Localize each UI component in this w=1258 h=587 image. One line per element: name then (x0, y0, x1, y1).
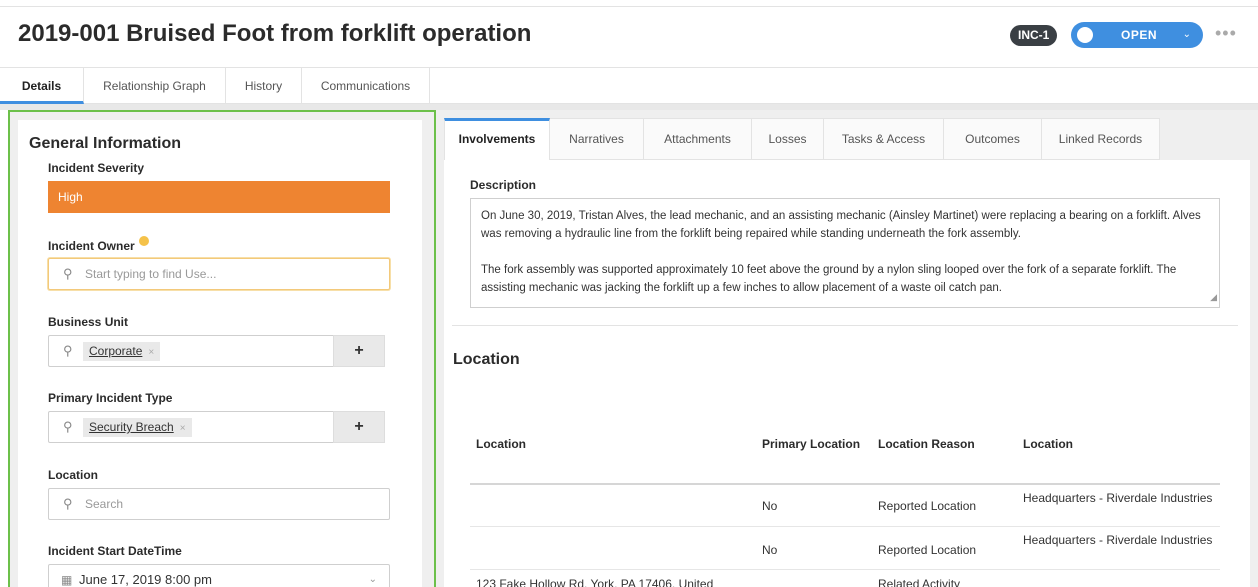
search-icon: ⚲ (63, 343, 73, 358)
tab-communications[interactable]: Communications (302, 68, 430, 104)
location-section-heading: Location (453, 351, 520, 368)
table-cell-reason: Related Activity (878, 577, 961, 587)
business-unit-label: Business Unit (48, 315, 129, 329)
search-icon: ⚲ (63, 496, 73, 511)
incident-type-chip[interactable]: Security Breach × (83, 418, 192, 437)
info-icon[interactable] (138, 236, 149, 246)
remove-chip-icon[interactable]: × (180, 423, 186, 434)
column-header-primary-location[interactable]: Primary Location (762, 437, 860, 451)
tab-details[interactable]: Details (0, 68, 84, 104)
section-divider (452, 325, 1238, 326)
status-label: OPEN (1121, 28, 1158, 42)
column-header-location[interactable]: Location (476, 437, 526, 451)
owner-label: Incident Owner (48, 239, 135, 253)
search-icon: ⚲ (63, 266, 73, 281)
page-title: 2019-001 Bruised Foot from forklift oper… (18, 20, 532, 47)
chevron-down-icon[interactable]: ⌄ (1183, 22, 1191, 48)
add-incident-type-button[interactable]: + (333, 411, 385, 443)
tab-linked-records[interactable]: Linked Records (1042, 118, 1160, 160)
location-label: Location (48, 468, 98, 482)
incident-type-input[interactable]: ⚲ Security Breach × (48, 411, 335, 443)
incident-id-badge: INC-1 (1010, 25, 1058, 46)
table-row-divider (470, 526, 1220, 527)
incident-type-label: Primary Incident Type (48, 391, 173, 405)
status-toggle[interactable]: OPEN ⌄ (1071, 22, 1203, 48)
owner-placeholder: Start typing to find Use... (85, 267, 217, 281)
search-icon: ⚲ (63, 419, 73, 434)
severity-label: Incident Severity (48, 161, 145, 175)
general-info-title: General Information (29, 135, 182, 152)
location-placeholder: Search (85, 497, 124, 511)
chevron-down-icon[interactable]: ⌄ (369, 565, 377, 587)
resize-handle-icon[interactable]: ◢ (1210, 288, 1217, 306)
severity-select[interactable]: High (48, 181, 390, 213)
table-cell-primary: No (762, 499, 778, 513)
description-textarea[interactable]: On June 30, 2019, Tristan Alves, the lea… (470, 198, 1220, 308)
tab-narratives[interactable]: Narratives (550, 118, 644, 160)
tab-attachments[interactable]: Attachments (644, 118, 752, 160)
business-unit-chip[interactable]: Corporate × (83, 342, 161, 361)
table-cell-reason: Reported Location (878, 543, 977, 557)
tab-history[interactable]: History (226, 68, 302, 104)
location-search-input[interactable]: ⚲ Search (48, 488, 390, 520)
table-cell-site[interactable]: Headquarters - Riverdale Industries (1023, 532, 1213, 548)
start-datetime-label: Incident Start DateTime (48, 544, 182, 558)
start-datetime-value: June 17, 2019 8:00 pm (79, 572, 212, 587)
business-unit-input[interactable]: ⚲ Corporate × (48, 335, 335, 367)
table-cell-reason: Reported Location (878, 499, 977, 513)
table-cell-site[interactable]: Headquarters - Riverdale Industries (1023, 490, 1213, 506)
tab-tasks-access[interactable]: Tasks & Access (824, 118, 944, 160)
description-label: Description (470, 178, 537, 192)
top-divider (0, 6, 1258, 7)
more-options-icon[interactable]: ••• (1215, 23, 1237, 44)
tab-outcomes[interactable]: Outcomes (944, 118, 1042, 160)
tab-losses[interactable]: Losses (752, 118, 824, 160)
tab-involvements[interactable]: Involvements (444, 118, 550, 160)
column-header-location-reason[interactable]: Location Reason (878, 437, 975, 451)
top-tab-bar: Details Relationship Graph History Commu… (0, 67, 1258, 104)
toggle-knob-icon (1077, 27, 1093, 43)
remove-chip-icon[interactable]: × (148, 347, 154, 358)
start-datetime-input[interactable]: ▦ June 17, 2019 8:00 pm ⌄ (48, 564, 390, 587)
column-header-site-location[interactable]: Location (1023, 437, 1073, 451)
owner-input[interactable]: ⚲ Start typing to find Use... (48, 258, 390, 290)
description-paragraph: On June 30, 2019, Tristan Alves, the lea… (481, 210, 1201, 240)
table-header-divider (470, 483, 1220, 485)
table-cell-primary: No (762, 543, 778, 557)
owner-label-row: Incident Owner (48, 236, 149, 253)
calendar-icon: ▦ (61, 573, 73, 587)
tab-relationship-graph[interactable]: Relationship Graph (84, 68, 226, 104)
add-business-unit-button[interactable]: + (333, 335, 385, 367)
description-paragraph: The fork assembly was supported approxim… (481, 264, 1177, 294)
table-row-divider (470, 569, 1220, 570)
table-cell-location: 123 Fake Hollow Rd, York, PA 17406, Unit… (476, 577, 714, 587)
